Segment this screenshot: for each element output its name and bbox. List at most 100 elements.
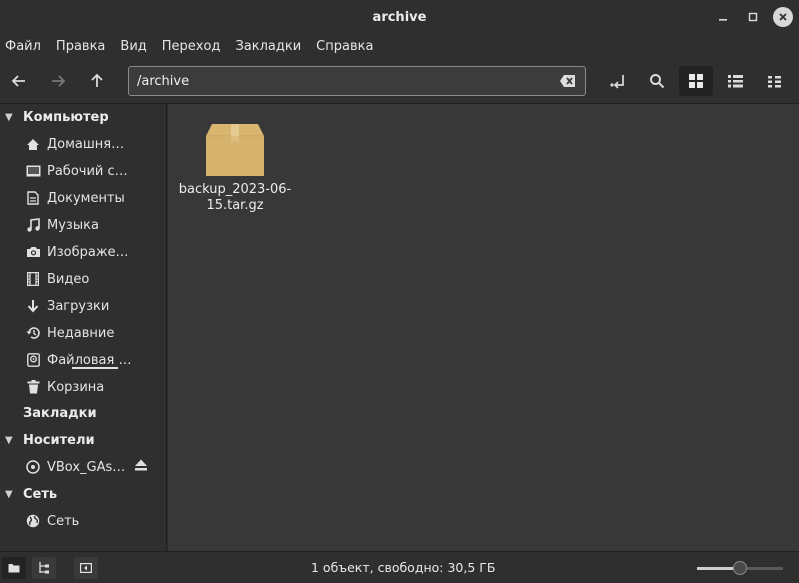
show-places-button[interactable] xyxy=(2,557,26,579)
sidebar-item-label: Файловая … xyxy=(47,352,132,368)
sidebar-item-label: VBox_GAs… xyxy=(47,459,126,475)
zoom-slider[interactable] xyxy=(697,561,783,575)
menu-go[interactable]: Переход xyxy=(162,39,221,54)
disk-usage-bar xyxy=(72,367,118,369)
list-view-button[interactable] xyxy=(718,66,752,96)
trash-icon xyxy=(24,379,42,395)
desktop-icon xyxy=(24,163,42,179)
show-treeview-button[interactable] xyxy=(32,557,56,579)
sidebar-item-label: Домашня… xyxy=(47,136,125,152)
menu-help[interactable]: Справка xyxy=(316,39,373,54)
close-icon xyxy=(779,13,787,21)
optical-disc-icon xyxy=(24,459,42,475)
sidebar-item-music[interactable]: Музыка xyxy=(0,212,166,238)
sidebar-item-label: Рабочий с… xyxy=(47,163,128,179)
expander-down-icon[interactable]: ▼ xyxy=(0,435,20,446)
archive-package-icon xyxy=(206,124,264,176)
network-icon xyxy=(24,513,42,529)
eject-icon[interactable] xyxy=(134,459,148,475)
status-bar: 1 объект, свободно: 30,5 ГБ xyxy=(0,551,799,583)
folder-icon xyxy=(8,564,20,573)
camera-icon xyxy=(24,244,42,260)
sidebar-item-recent[interactable]: Недавние xyxy=(0,320,166,346)
sidebar-item-label: Музыка xyxy=(47,217,99,233)
list-view-icon xyxy=(727,75,743,88)
menu-edit[interactable]: Правка xyxy=(56,39,105,54)
section-devices[interactable]: ▼ Носители xyxy=(0,427,95,453)
sidebar-item-label: Корзина xyxy=(47,379,105,395)
location-input[interactable] xyxy=(137,73,537,89)
icon-view-button[interactable] xyxy=(679,66,713,96)
menu-bar: Файл Правка Вид Переход Закладки Справка xyxy=(0,34,799,58)
sidebar-item-network[interactable]: Сеть xyxy=(0,508,166,534)
status-text: 1 объект, свободно: 30,5 ГБ xyxy=(311,560,496,575)
sidebar-item-label: Документы xyxy=(47,190,125,206)
menu-file[interactable]: Файл xyxy=(5,39,41,54)
sidebar-item-desktop[interactable]: Рабочий с… xyxy=(0,158,166,184)
sidebar-item-label: Изображе… xyxy=(47,244,129,260)
window-controls xyxy=(713,7,793,27)
section-bookmarks[interactable]: Закладки xyxy=(0,400,97,426)
documents-icon xyxy=(24,190,42,206)
sidebar-item-trash[interactable]: Корзина xyxy=(0,374,166,400)
minimize-button[interactable] xyxy=(713,7,733,27)
section-network[interactable]: ▼ Сеть xyxy=(0,481,57,507)
sidebar-item-label: Недавние xyxy=(47,325,115,341)
file-view[interactable]: backup_2023-06-15.tar.gz xyxy=(168,104,799,551)
forward-button[interactable] xyxy=(41,66,75,96)
clear-text-icon[interactable] xyxy=(559,73,577,89)
arrow-right-icon xyxy=(52,75,66,87)
file-item[interactable]: backup_2023-06-15.tar.gz xyxy=(176,124,294,214)
section-computer[interactable]: ▼ Компьютер xyxy=(0,104,109,130)
film-icon xyxy=(24,271,42,287)
location-toggle-icon xyxy=(610,75,624,89)
arrow-left-icon xyxy=(11,75,25,87)
sidebar-toggle-icon xyxy=(80,563,92,573)
sidebar-item-label: Сеть xyxy=(47,513,80,529)
hide-sidebar-button[interactable] xyxy=(74,557,98,579)
section-label: Закладки xyxy=(23,405,97,421)
tree-view-icon xyxy=(39,562,49,574)
sidebar: ▼ Компьютер Домашня… Рабочий с… Документ… xyxy=(0,104,167,551)
sidebar-item-vbox-disc[interactable]: VBox_GAs… xyxy=(0,454,166,480)
music-icon xyxy=(24,217,42,233)
search-button[interactable] xyxy=(640,66,674,96)
expander-down-icon[interactable]: ▼ xyxy=(0,489,20,500)
grid-view-icon xyxy=(689,74,703,88)
compact-view-icon xyxy=(767,75,781,87)
compact-view-button[interactable] xyxy=(757,66,791,96)
sidebar-item-videos[interactable]: Видео xyxy=(0,266,166,292)
file-name: backup_2023-06-15.tar.gz xyxy=(178,182,292,213)
back-button[interactable] xyxy=(2,66,36,96)
sidebar-item-label: Видео xyxy=(47,271,90,287)
sidebar-item-downloads[interactable]: Загрузки xyxy=(0,293,166,319)
close-button[interactable] xyxy=(773,7,793,27)
sidebar-item-documents[interactable]: Документы xyxy=(0,185,166,211)
section-label: Сеть xyxy=(23,486,58,502)
sidebar-item-home[interactable]: Домашня… xyxy=(0,131,166,157)
menu-view[interactable]: Вид xyxy=(120,39,146,54)
recent-icon xyxy=(24,325,42,341)
zoom-slider-handle[interactable] xyxy=(733,561,747,575)
maximize-icon xyxy=(748,12,758,22)
sidebar-item-label: Загрузки xyxy=(47,298,110,314)
toggle-location-button[interactable] xyxy=(601,66,635,96)
home-icon xyxy=(24,136,42,152)
section-label: Носители xyxy=(23,432,95,448)
maximize-button[interactable] xyxy=(743,7,763,27)
arrow-up-icon xyxy=(91,73,103,87)
up-button[interactable] xyxy=(80,66,114,96)
title-bar: archive xyxy=(0,0,799,34)
expander-down-icon[interactable]: ▼ xyxy=(0,112,20,123)
toolbar xyxy=(0,58,799,104)
drive-icon xyxy=(24,352,42,368)
download-icon xyxy=(24,298,42,314)
search-icon xyxy=(650,74,665,89)
location-bar[interactable] xyxy=(128,66,586,96)
sidebar-item-filesystem[interactable]: Файловая … xyxy=(0,347,166,373)
minimize-icon xyxy=(719,19,727,21)
menu-bookmarks[interactable]: Закладки xyxy=(235,39,301,54)
window-title: archive xyxy=(372,9,427,25)
sidebar-item-pictures[interactable]: Изображе… xyxy=(0,239,166,265)
section-label: Компьютер xyxy=(23,109,109,125)
